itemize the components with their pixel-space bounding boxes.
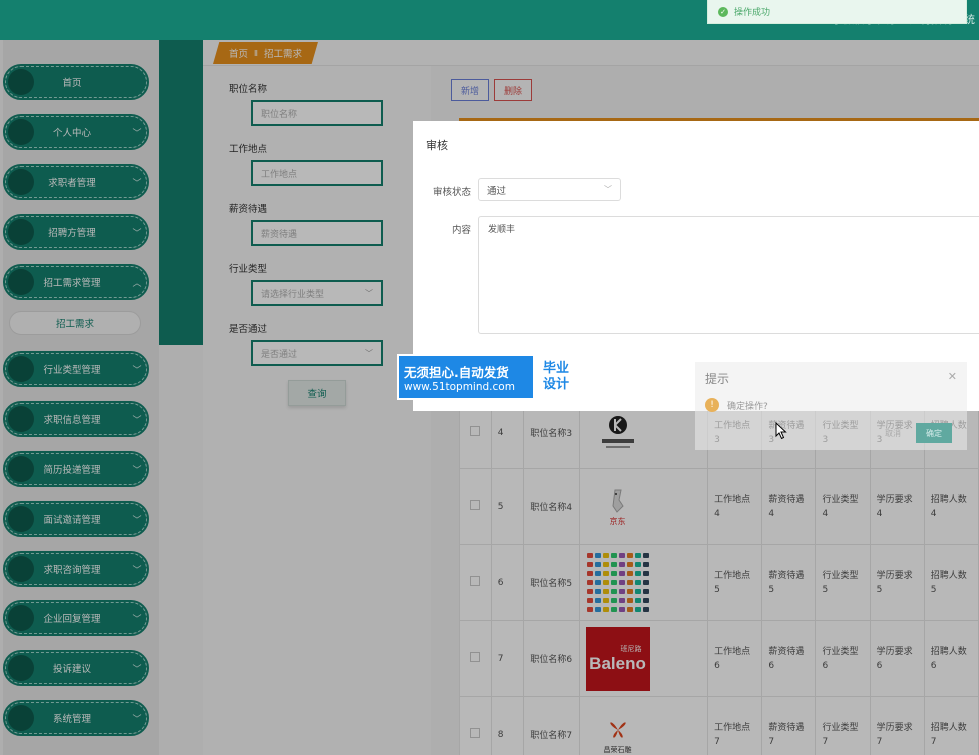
mouse-cursor-icon [775,422,787,440]
audit-status-label: 审核状态 [432,187,471,198]
watermark-line1: 无须担心.自动发货 [404,364,509,380]
ok-button[interactable]: 确定 [916,423,952,443]
check-circle-icon: ✓ [718,6,728,17]
toast-message: 操作成功 [734,8,771,18]
audit-content-label: 内容 [451,225,471,236]
confirm-dialog: 提示 ✕ ! 确定操作? 取消 确定 [695,362,967,450]
confirm-message: 确定操作? [727,402,768,412]
audit-status-select[interactable]: 通过 ﹀ [478,178,621,201]
watermark-banner: 无须担心.自动发货 www.51topmind.com 毕业 设计 [397,354,581,400]
chevron-down-icon: ﹀ [604,185,612,194]
confirm-title: 提示 [705,372,730,386]
watermark-right2: 设计 [542,377,569,392]
success-toast: ✓ 操作成功 [707,0,967,24]
audit-status-value: 通过 [487,185,507,197]
watermark-right1: 毕业 [542,361,569,376]
watermark-line2: www.51topmind.com [404,380,515,393]
audit-content-textarea[interactable]: 发顺丰 [478,216,979,334]
dialog-title: 审核 [426,139,448,152]
cancel-button[interactable]: 取消 [873,423,913,443]
warning-icon: ! [705,398,719,412]
close-icon[interactable]: ✕ [948,370,957,383]
